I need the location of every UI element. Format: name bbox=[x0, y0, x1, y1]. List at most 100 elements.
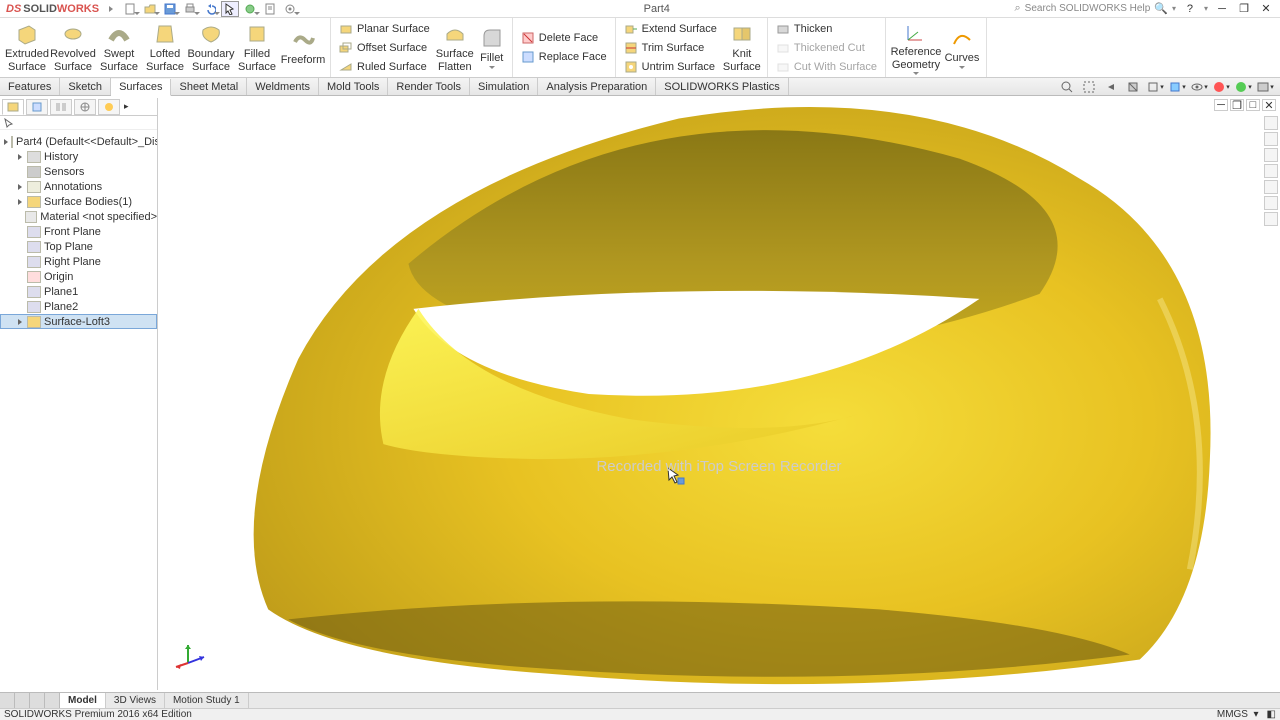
nav-next-button[interactable] bbox=[30, 693, 45, 708]
close-button[interactable]: ✕ bbox=[1258, 2, 1274, 16]
file-explorer-tab[interactable] bbox=[1264, 148, 1278, 162]
lofted-surface-button[interactable]: Lofted Surface bbox=[142, 19, 188, 77]
reference-geometry-button[interactable]: Reference Geometry bbox=[890, 19, 942, 77]
doc-close-button[interactable]: ✕ bbox=[1262, 99, 1276, 111]
tab-features[interactable]: Features bbox=[0, 78, 60, 95]
untrim-surface-button[interactable]: Untrim Surface bbox=[624, 58, 717, 76]
tab-analysis-preparation[interactable]: Analysis Preparation bbox=[538, 78, 656, 95]
save-button[interactable] bbox=[161, 1, 179, 17]
tree-surface-loft3[interactable]: Surface-Loft3 bbox=[0, 314, 157, 329]
doc-restore-button[interactable]: ❐ bbox=[1230, 99, 1244, 111]
tree-root[interactable]: Part4 (Default<<Default>_Display State bbox=[0, 134, 157, 149]
bottom-tab-model[interactable]: Model bbox=[60, 693, 106, 708]
bottom-tabstrip: Model 3D Views Motion Study 1 bbox=[0, 692, 1280, 708]
cursor-location-icon bbox=[666, 466, 682, 482]
new-button[interactable] bbox=[121, 1, 139, 17]
view-settings-button[interactable]: ▾ bbox=[1256, 79, 1274, 95]
rebuild-button[interactable] bbox=[241, 1, 259, 17]
freeform-button[interactable]: Freeform bbox=[280, 19, 326, 77]
offset-surface-button[interactable]: Offset Surface bbox=[339, 39, 430, 57]
undo-button[interactable] bbox=[201, 1, 219, 17]
curves-button[interactable]: Curves bbox=[942, 19, 982, 77]
planar-surface-button[interactable]: Planar Surface bbox=[339, 20, 430, 38]
status-units[interactable]: MMGS ▾ bbox=[1217, 709, 1259, 720]
resources-tab[interactable] bbox=[1264, 116, 1278, 130]
nav-last-button[interactable] bbox=[45, 693, 59, 708]
bottom-tab-motion-study[interactable]: Motion Study 1 bbox=[165, 693, 249, 708]
tab-surfaces[interactable]: Surfaces bbox=[111, 79, 171, 96]
extend-surface-button[interactable]: Extend Surface bbox=[624, 20, 717, 38]
view-orientation-button[interactable]: ▾ bbox=[1146, 79, 1164, 95]
print-button[interactable] bbox=[181, 1, 199, 17]
options-button[interactable] bbox=[281, 1, 299, 17]
view-palette-tab[interactable] bbox=[1264, 164, 1278, 178]
feature-tree[interactable]: Part4 (Default<<Default>_Display State H… bbox=[0, 130, 157, 690]
swept-surface-button[interactable]: Swept Surface bbox=[96, 19, 142, 77]
filled-surface-button[interactable]: Filled Surface bbox=[234, 19, 280, 77]
thicken-button[interactable]: Thicken bbox=[776, 20, 877, 38]
select-button[interactable] bbox=[221, 1, 239, 17]
graphics-viewport[interactable]: Recorded with iTop Screen Recorder bbox=[158, 98, 1280, 690]
apply-scene-button[interactable]: ▾ bbox=[1234, 79, 1252, 95]
fillet-button[interactable]: Fillet bbox=[476, 19, 508, 77]
nav-first-button[interactable] bbox=[0, 693, 15, 708]
trim-surface-button[interactable]: Trim Surface bbox=[624, 39, 717, 57]
custom-properties-tab[interactable] bbox=[1264, 196, 1278, 210]
property-manager-tab[interactable] bbox=[26, 99, 48, 115]
doc-maximize-button[interactable]: □ bbox=[1246, 99, 1260, 111]
section-view-button[interactable] bbox=[1124, 79, 1142, 95]
display-style-button[interactable]: ▾ bbox=[1168, 79, 1186, 95]
tree-annotations[interactable]: Annotations bbox=[0, 179, 157, 194]
status-extra-icon[interactable]: ◧ bbox=[1267, 709, 1276, 720]
tab-simulation[interactable]: Simulation bbox=[470, 78, 538, 95]
tab-sketch[interactable]: Sketch bbox=[60, 78, 111, 95]
design-library-tab[interactable] bbox=[1264, 132, 1278, 146]
tree-material[interactable]: Material <not specified> bbox=[0, 209, 157, 224]
tab-weldments[interactable]: Weldments bbox=[247, 78, 319, 95]
tree-front-plane[interactable]: Front Plane bbox=[0, 224, 157, 239]
display-tab[interactable] bbox=[98, 99, 120, 115]
restore-button[interactable]: ❐ bbox=[1236, 2, 1252, 16]
tree-right-plane[interactable]: Right Plane bbox=[0, 254, 157, 269]
dimxpert-tab[interactable] bbox=[74, 99, 96, 115]
open-button[interactable] bbox=[141, 1, 159, 17]
knit-surface-button[interactable]: Knit Surface bbox=[721, 19, 763, 77]
delete-face-button[interactable]: Delete Face bbox=[521, 29, 607, 47]
extruded-surface-button[interactable]: Extruded Surface bbox=[4, 19, 50, 77]
tree-surface-bodies[interactable]: Surface Bodies(1) bbox=[0, 194, 157, 209]
feature-tree-tab[interactable] bbox=[2, 99, 24, 115]
file-props-button[interactable] bbox=[261, 1, 279, 17]
configuration-tab[interactable] bbox=[50, 99, 72, 115]
minimize-button[interactable]: ─ bbox=[1214, 2, 1230, 16]
tab-mold-tools[interactable]: Mold Tools bbox=[319, 78, 388, 95]
tree-plane2[interactable]: Plane2 bbox=[0, 299, 157, 314]
bottom-tab-3dviews[interactable]: 3D Views bbox=[106, 693, 165, 708]
boundary-surface-button[interactable]: Boundary Surface bbox=[188, 19, 234, 77]
help-button[interactable]: ? bbox=[1182, 2, 1198, 16]
doc-minimize-button[interactable]: ─ bbox=[1214, 99, 1228, 111]
tree-sensors[interactable]: Sensors bbox=[0, 164, 157, 179]
replace-face-button[interactable]: Replace Face bbox=[521, 48, 607, 66]
revolved-surface-button[interactable]: Revolved Surface bbox=[50, 19, 96, 77]
tab-sheet-metal[interactable]: Sheet Metal bbox=[171, 78, 247, 95]
previous-view-button[interactable] bbox=[1102, 79, 1120, 95]
zoom-area-button[interactable] bbox=[1080, 79, 1098, 95]
tab-solidworks-plastics[interactable]: SOLIDWORKS Plastics bbox=[656, 78, 789, 95]
edit-appearance-button[interactable]: ▾ bbox=[1212, 79, 1230, 95]
zoom-fit-button[interactable] bbox=[1058, 79, 1076, 95]
tree-history[interactable]: History bbox=[0, 149, 157, 164]
tab-render-tools[interactable]: Render Tools bbox=[388, 78, 470, 95]
tree-top-plane[interactable]: Top Plane bbox=[0, 239, 157, 254]
forum-tab[interactable] bbox=[1264, 212, 1278, 226]
nav-prev-button[interactable] bbox=[15, 693, 30, 708]
hide-show-button[interactable]: ▾ bbox=[1190, 79, 1208, 95]
surface-flatten-button[interactable]: Surface Flatten bbox=[434, 19, 476, 77]
appearances-tab[interactable] bbox=[1264, 180, 1278, 194]
view-triad[interactable] bbox=[174, 635, 210, 674]
help-search[interactable]: ⌕ Search SOLIDWORKS Help 🔍 ▾ bbox=[1014, 2, 1176, 15]
ruled-surface-button[interactable]: Ruled Surface bbox=[339, 58, 430, 76]
menu-arrow-icon[interactable] bbox=[109, 6, 113, 12]
tree-plane1[interactable]: Plane1 bbox=[0, 284, 157, 299]
app-logo: DS SOLIDWORKS bbox=[0, 3, 105, 15]
tree-origin[interactable]: Origin bbox=[0, 269, 157, 284]
